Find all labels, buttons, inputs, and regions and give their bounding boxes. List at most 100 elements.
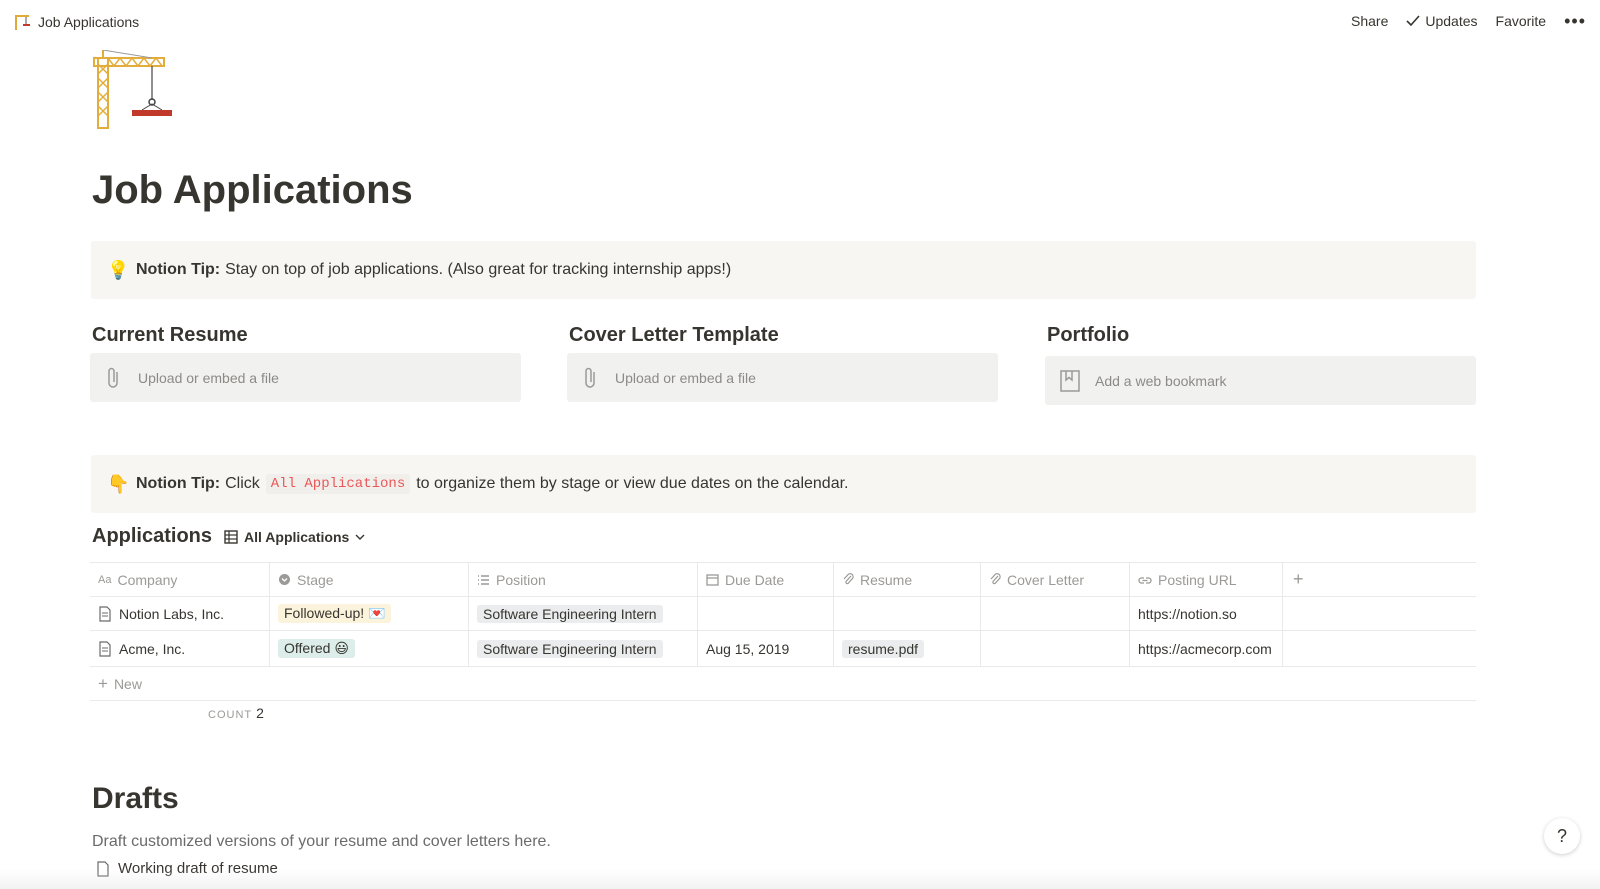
url-cell[interactable]: https://notion.so bbox=[1130, 597, 1283, 630]
share-button[interactable]: Share bbox=[1351, 13, 1388, 29]
header-label: Resume bbox=[860, 571, 913, 588]
breadcrumb-title: Job Applications bbox=[38, 14, 140, 30]
empty-cell bbox=[1283, 631, 1476, 666]
upload-placeholder: Upload or embed a file bbox=[138, 369, 279, 386]
tip-label: Notion Tip: bbox=[136, 475, 221, 492]
header-resume[interactable]: Resume bbox=[834, 563, 981, 596]
paperclip-icon bbox=[990, 573, 1001, 585]
cover-letter-cell[interactable] bbox=[981, 631, 1130, 666]
database-header: Applications All Applications bbox=[92, 525, 365, 548]
drafts-page-link[interactable]: Working draft of resume bbox=[96, 860, 278, 877]
stage-tag: Followed-up! 💌 bbox=[278, 604, 392, 623]
stage-tag: Offered 😃 bbox=[278, 639, 355, 658]
table-row[interactable]: Acme, Inc. Offered 😃 Software Engineerin… bbox=[90, 631, 1476, 667]
drafts-item-label: Working draft of resume bbox=[118, 860, 278, 877]
tip-pre: Click bbox=[225, 475, 260, 492]
checkmark-icon bbox=[1406, 15, 1420, 27]
bookmark-icon bbox=[1060, 369, 1080, 392]
due-date-cell[interactable] bbox=[698, 597, 834, 630]
drafts-description: Draft customized versions of your resume… bbox=[92, 833, 551, 850]
new-label: New bbox=[113, 675, 142, 692]
resume-cell[interactable]: resume.pdf bbox=[834, 631, 981, 666]
table-row[interactable]: Notion Labs, Inc. Followed-up! 💌 Softwar… bbox=[90, 597, 1476, 631]
due-date-cell[interactable]: Aug 15, 2019 bbox=[698, 631, 834, 666]
notion-tip-callout-2[interactable]: 👇 Notion Tip: Click All Applications to … bbox=[91, 455, 1476, 513]
plus-icon: + bbox=[98, 673, 108, 693]
calendar-icon bbox=[706, 574, 719, 586]
page-title[interactable]: Job Applications bbox=[92, 168, 413, 213]
construction-crane-icon[interactable] bbox=[92, 50, 174, 130]
page-icon bbox=[99, 605, 111, 622]
portfolio-bookmark-block[interactable]: Add a web bookmark bbox=[1045, 356, 1476, 405]
list-property-icon bbox=[478, 574, 489, 585]
favorite-button[interactable]: Favorite bbox=[1496, 13, 1547, 29]
stage-cell[interactable]: Followed-up! 💌 bbox=[270, 597, 469, 630]
due-date: Aug 15, 2019 bbox=[706, 640, 790, 657]
plus-icon: + bbox=[1293, 569, 1304, 589]
tip-post: to organize them by stage or view due da… bbox=[416, 475, 849, 492]
header-due-date[interactable]: Due Date bbox=[698, 563, 834, 596]
tip-label: Notion Tip: bbox=[136, 261, 221, 278]
page-icon bbox=[97, 860, 109, 877]
view-selector[interactable]: All Applications bbox=[224, 529, 365, 545]
updates-button[interactable]: Updates bbox=[1406, 13, 1478, 29]
page-icon bbox=[99, 640, 111, 657]
resume-upload-block[interactable]: Upload or embed a file bbox=[90, 353, 521, 402]
header-label: Stage bbox=[297, 571, 334, 588]
header-position[interactable]: Position bbox=[469, 563, 698, 596]
share-label: Share bbox=[1351, 13, 1389, 29]
posting-url[interactable]: https://notion.so bbox=[1138, 606, 1237, 622]
more-icon: ••• bbox=[1564, 11, 1586, 31]
favorite-label: Favorite bbox=[1495, 13, 1547, 29]
header-cover-letter[interactable]: Cover Letter bbox=[981, 563, 1130, 596]
company-cell[interactable]: Notion Labs, Inc. bbox=[90, 597, 270, 630]
help-button[interactable]: ? bbox=[1544, 818, 1580, 854]
paperclip-icon bbox=[585, 367, 595, 388]
posting-url[interactable]: https://acmecorp.com bbox=[1138, 641, 1272, 657]
cover-letter-upload-block[interactable]: Upload or embed a file bbox=[567, 353, 998, 402]
top-bar: Job Applications Share Updates Favorite … bbox=[0, 0, 1600, 45]
header-label: Posting URL bbox=[1158, 571, 1237, 588]
url-cell[interactable]: https://acmecorp.com bbox=[1130, 631, 1283, 666]
select-property-icon bbox=[279, 574, 290, 585]
pointing-down-icon: 👇 bbox=[107, 473, 130, 494]
chevron-down-icon bbox=[355, 534, 365, 540]
drafts-heading: Drafts bbox=[92, 782, 179, 815]
notion-tip-callout[interactable]: 💡 Notion Tip: Stay on top of job applica… bbox=[91, 241, 1476, 299]
header-posting-url[interactable]: Posting URL bbox=[1130, 563, 1283, 596]
updates-label: Updates bbox=[1425, 13, 1478, 29]
stage-cell[interactable]: Offered 😃 bbox=[270, 631, 469, 666]
cover-letter-heading: Cover Letter Template bbox=[569, 324, 779, 346]
header-stage[interactable]: Stage bbox=[270, 563, 469, 596]
count-value: 2 bbox=[256, 705, 264, 721]
question-icon: ? bbox=[1556, 825, 1567, 846]
tip-text: Stay on top of job applications. (Also g… bbox=[225, 261, 732, 278]
add-property-button[interactable]: + bbox=[1283, 563, 1476, 596]
count-footer[interactable]: COUNT 2 bbox=[208, 705, 264, 721]
position-tag: Software Engineering Intern bbox=[477, 604, 663, 623]
current-resume-heading: Current Resume bbox=[92, 324, 248, 346]
resume-cell[interactable] bbox=[834, 597, 981, 630]
header-company[interactable]: Aa Company bbox=[90, 563, 270, 596]
company-name: Notion Labs, Inc. bbox=[119, 605, 225, 622]
table-icon bbox=[224, 529, 238, 544]
database-title[interactable]: Applications bbox=[92, 525, 212, 548]
position-cell[interactable]: Software Engineering Intern bbox=[469, 631, 698, 666]
paperclip-icon bbox=[843, 573, 854, 585]
header-label: Due Date bbox=[725, 571, 785, 588]
position-tag: Software Engineering Intern bbox=[477, 639, 663, 658]
position-cell[interactable]: Software Engineering Intern bbox=[469, 597, 698, 630]
upload-placeholder: Upload or embed a file bbox=[615, 369, 756, 386]
company-name: Acme, Inc. bbox=[119, 640, 186, 657]
breadcrumb[interactable]: Job Applications bbox=[12, 13, 139, 31]
crane-icon bbox=[15, 15, 30, 30]
bookmark-placeholder: Add a web bookmark bbox=[1095, 372, 1227, 389]
more-options-button[interactable]: ••• bbox=[1564, 11, 1586, 31]
view-label: All Applications bbox=[244, 528, 350, 545]
cover-letter-cell[interactable] bbox=[981, 597, 1130, 630]
company-cell[interactable]: Acme, Inc. bbox=[90, 631, 270, 666]
resume-file-tag[interactable]: resume.pdf bbox=[842, 639, 925, 658]
link-icon bbox=[1138, 576, 1152, 584]
header-label: Position bbox=[496, 571, 546, 588]
new-row-button[interactable]: + New bbox=[90, 667, 1476, 701]
